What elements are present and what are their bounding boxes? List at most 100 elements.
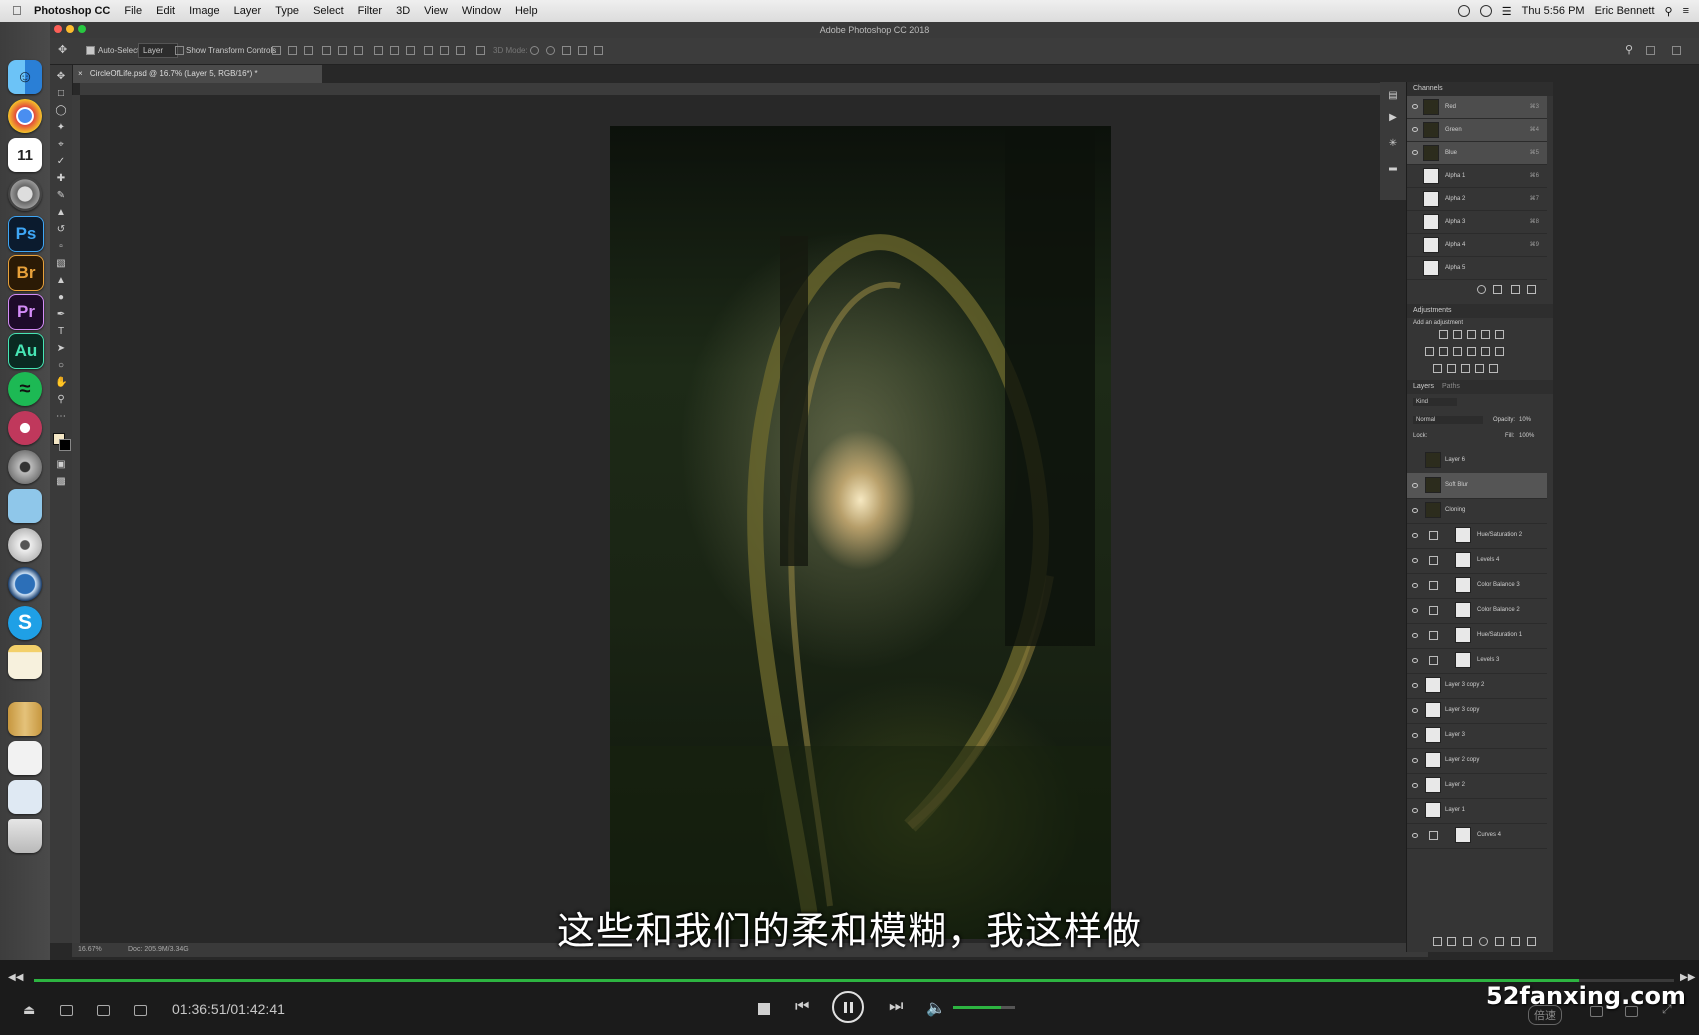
document-icon[interactable] [8, 741, 42, 775]
menu-app-name[interactable]: Photoshop CC [34, 5, 110, 17]
sync-status-icon[interactable] [1479, 5, 1492, 17]
3d-roll-icon[interactable] [546, 46, 555, 55]
screen-mode-icon[interactable]: ▩ [55, 476, 67, 488]
layer-row[interactable]: Layer 3 copy 2 [1407, 673, 1547, 699]
eraser-tool[interactable]: ▫ [55, 241, 67, 253]
menubar-user[interactable]: Eric Bennett [1595, 5, 1655, 17]
layer-row[interactable]: Layer 2 copy [1407, 748, 1547, 774]
layer-row[interactable]: Hue/Saturation 2 [1407, 523, 1547, 549]
layer-row[interactable]: Levels 4 [1407, 548, 1547, 574]
layer-thumbnail[interactable] [1425, 802, 1441, 818]
channel-row-blue[interactable]: Blue ⌘5 [1407, 142, 1547, 165]
forest-photo-canvas[interactable] [610, 126, 1111, 939]
distribute-top-icon[interactable] [374, 46, 383, 55]
record-status-icon[interactable] [1457, 5, 1470, 17]
system-preferences-icon[interactable] [8, 177, 42, 211]
layer-thumbnail[interactable] [1425, 452, 1441, 468]
layer-row[interactable]: Layer 2 [1407, 773, 1547, 799]
close-tab-icon[interactable]: × [78, 69, 83, 78]
eject-icon[interactable]: ⏏ [23, 1002, 35, 1018]
fullscreen-icon[interactable]: ⤢ [1662, 1002, 1672, 1017]
paths-tab[interactable]: Paths [1436, 383, 1460, 390]
black-white-icon[interactable] [1453, 347, 1462, 356]
layer-mask-thumbnail[interactable] [1455, 827, 1471, 843]
transform-controls-checkbox[interactable] [175, 46, 184, 55]
more-tools-icon[interactable]: ⋯ [55, 411, 67, 423]
notification-center-icon[interactable]: ≡ [1683, 5, 1689, 17]
menubar-clock[interactable]: Thu 5:56 PM [1522, 5, 1585, 17]
menu-image[interactable]: Image [189, 5, 220, 17]
channel-row-alpha-2[interactable]: Alpha 2 ⌘7 [1407, 188, 1547, 211]
playback-speed-button[interactable]: 倍速 [1528, 1005, 1562, 1025]
blend-mode-dropdown[interactable]: Normal [1413, 416, 1483, 424]
3d-slide-icon[interactable] [578, 46, 587, 55]
workspace-switcher-icon[interactable] [1646, 46, 1655, 55]
auto-align-icon[interactable] [476, 46, 485, 55]
3d-orbit-icon[interactable] [530, 46, 539, 55]
share-icon[interactable] [1672, 46, 1681, 55]
visibility-eye-icon[interactable] [1412, 708, 1418, 713]
chrome-icon[interactable] [8, 99, 42, 133]
auto-select-checkbox[interactable] [86, 46, 95, 55]
menu-select[interactable]: Select [313, 5, 344, 17]
visibility-eye-icon[interactable] [1412, 508, 1418, 513]
opacity-value[interactable]: 10% [1519, 417, 1531, 423]
visibility-eye-icon[interactable] [1412, 104, 1418, 109]
photo-filter-icon[interactable] [1467, 347, 1476, 356]
posterize-icon[interactable] [1447, 364, 1456, 373]
layer-row[interactable]: Hue/Saturation 1 [1407, 623, 1547, 649]
pause-button[interactable] [832, 991, 864, 1023]
actions-panel-icon[interactable]: ▶ [1387, 112, 1399, 124]
distribute-vcenter-icon[interactable] [390, 46, 399, 55]
playlist-icon[interactable] [60, 1005, 73, 1016]
quicktime-icon[interactable] [8, 567, 42, 601]
screen-cast-icon[interactable] [134, 1005, 147, 1016]
exposure-icon[interactable] [1481, 330, 1490, 339]
layer-thumbnail[interactable] [1425, 752, 1441, 768]
close-window-button[interactable] [54, 25, 62, 33]
layer-thumbnail[interactable] [1425, 502, 1441, 518]
channel-row-alpha-1[interactable]: Alpha 1 ⌘6 [1407, 165, 1547, 188]
progress-bar[interactable] [34, 979, 1674, 982]
history-panel-icon[interactable]: ▤ [1387, 90, 1399, 102]
volume-slider[interactable] [953, 1006, 1015, 1009]
layer-row[interactable]: Curves 4 [1407, 823, 1547, 849]
visibility-eye-icon[interactable] [1412, 558, 1418, 563]
search-icon[interactable]: ⚲ [1625, 43, 1633, 56]
healing-brush-tool[interactable]: ✚ [55, 173, 67, 185]
layer-mask-thumbnail[interactable] [1455, 602, 1471, 618]
hue-saturation-icon[interactable] [1425, 347, 1434, 356]
layer-mask-thumbnail[interactable] [1455, 552, 1471, 568]
layer-row[interactable]: Layer 3 copy [1407, 698, 1547, 724]
brush-settings-icon[interactable]: ✳ [1387, 138, 1399, 150]
layer-thumbnail[interactable] [1425, 702, 1441, 718]
brightness-contrast-icon[interactable] [1439, 330, 1448, 339]
gradient-map-icon[interactable] [1475, 364, 1484, 373]
lasso-tool[interactable]: ◯ [55, 105, 67, 117]
align-top-icon[interactable] [272, 46, 281, 55]
layer-row[interactable]: Layer 3 [1407, 723, 1547, 749]
distribute-left-icon[interactable] [424, 46, 433, 55]
visibility-eye-icon[interactable] [1412, 733, 1418, 738]
layer-mask-thumbnail[interactable] [1455, 527, 1471, 543]
layer-mask-thumbnail[interactable] [1455, 652, 1471, 668]
history-brush-tool[interactable]: ↺ [55, 224, 67, 236]
channel-row-alpha-3[interactable]: Alpha 3 ⌘8 [1407, 211, 1547, 234]
layers-tab[interactable]: Layers [1407, 383, 1434, 390]
layer-row[interactable]: Levels 3 [1407, 648, 1547, 674]
menu-help[interactable]: Help [515, 5, 538, 17]
move-tool[interactable]: ✥ [55, 71, 67, 83]
premiere-icon[interactable]: Pr [8, 294, 44, 330]
disk-utility-icon[interactable] [8, 450, 42, 484]
selective-color-icon[interactable] [1489, 364, 1498, 373]
align-right-icon[interactable] [354, 46, 363, 55]
layer-row[interactable]: Cloning [1407, 498, 1547, 524]
layer-filter-kind[interactable]: Kind [1413, 398, 1457, 406]
channels-panel-title[interactable]: Channels [1407, 85, 1443, 92]
visibility-eye-icon[interactable] [1412, 658, 1418, 663]
visibility-eye-icon[interactable] [1412, 583, 1418, 588]
finder-icon[interactable]: ☺ [8, 60, 42, 94]
align-left-icon[interactable] [322, 46, 331, 55]
color-balance-icon[interactable] [1439, 347, 1448, 356]
pen-tool[interactable]: ✒ [55, 309, 67, 321]
